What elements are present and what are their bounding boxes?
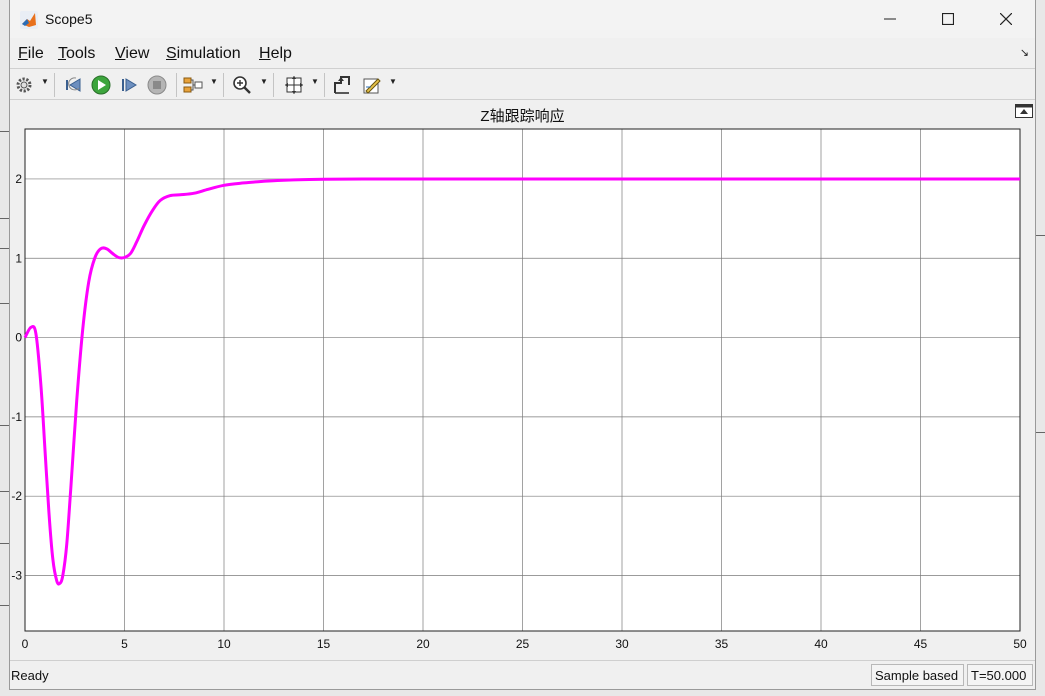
stop-button[interactable] (146, 74, 168, 96)
y-tick-label: 0 (15, 331, 22, 345)
close-icon (1000, 13, 1012, 25)
scale-axes-dropdown[interactable]: ▼ (311, 77, 319, 86)
dock-arrow-icon[interactable]: ↘ (1020, 46, 1029, 59)
x-tick-label: 5 (121, 637, 128, 651)
scope-chart: Z轴跟踪响应 0 5 10 15 20 25 30 35 40 45 50 -3 -2 -1 0 1 2 (11, 107, 1027, 651)
x-tick-label: 15 (317, 637, 331, 651)
configuration-dropdown[interactable]: ▼ (41, 77, 49, 86)
maximize-button[interactable] (919, 0, 977, 38)
signal-selector-button[interactable] (182, 74, 204, 96)
edit-properties-dropdown[interactable]: ▼ (389, 77, 397, 86)
toolbar-separator (176, 73, 177, 97)
y-tick-label: -3 (11, 568, 22, 582)
zoom-button[interactable] (231, 74, 253, 96)
simulation-time: T=50.000 (967, 664, 1033, 686)
toolbar-separator (273, 73, 274, 97)
toolbar-separator (223, 73, 224, 97)
run-button[interactable] (90, 74, 112, 96)
configuration-button[interactable] (13, 74, 35, 96)
cursor-measure-icon (334, 76, 350, 94)
undock-axes-button[interactable] (1015, 104, 1033, 118)
x-tick-label: 0 (22, 637, 29, 651)
signal-selector-dropdown[interactable]: ▼ (210, 77, 218, 86)
menu-simulation[interactable]: Simulation (166, 45, 241, 63)
sample-mode-indicator: Sample based (871, 664, 964, 686)
run-icon (91, 75, 111, 95)
scope-plot-area: Z轴跟踪响应 0 5 10 15 20 25 30 35 40 45 50 -3 -2 -1 0 1 2 (10, 101, 1035, 657)
status-text: Ready (11, 668, 49, 683)
x-tick-label: 40 (814, 637, 828, 651)
y-tick-label: 2 (15, 172, 22, 186)
x-tick-label: 10 (217, 637, 231, 651)
edit-properties-icon (363, 78, 381, 94)
minimize-button[interactable] (861, 0, 919, 38)
cursor-measurements-button[interactable] (331, 74, 353, 96)
chart-title: Z轴跟踪响应 (480, 107, 564, 125)
undock-icon (1015, 104, 1033, 118)
y-tick-label: -1 (11, 410, 22, 424)
zoom-dropdown[interactable]: ▼ (260, 77, 268, 86)
step-back-icon (66, 77, 81, 92)
edit-properties-button[interactable] (361, 74, 383, 96)
gear-icon (16, 77, 32, 93)
menu-view[interactable]: View (115, 45, 149, 63)
minimize-icon (884, 18, 896, 20)
x-tick-label: 50 (1013, 637, 1027, 651)
title-bar[interactable]: Scope5 (10, 0, 1035, 38)
menu-tools[interactable]: Tools (58, 45, 95, 63)
fit-view-icon (285, 76, 303, 94)
maximize-icon (942, 13, 954, 25)
signal-selector-icon (183, 77, 203, 93)
step-forward-icon (122, 78, 137, 92)
matlab-logo-icon (20, 11, 38, 29)
x-tick-label: 45 (914, 637, 928, 651)
y-tick-label: -2 (11, 489, 22, 503)
step-forward-button[interactable] (118, 74, 140, 96)
menu-file[interactable]: File (18, 45, 44, 63)
step-back-button[interactable] (62, 74, 84, 96)
stop-icon (147, 75, 167, 95)
toolbar: ▼ ▼ ▼ ▼ ▼ (10, 68, 1035, 100)
scale-axes-button[interactable] (283, 74, 305, 96)
menu-bar: File Tools View Simulation Help ↘ (10, 38, 1035, 68)
status-bar: Ready Sample based T=50.000 (10, 660, 1035, 688)
toolbar-separator (54, 73, 55, 97)
x-tick-label: 25 (516, 637, 530, 651)
zoom-in-icon (233, 76, 251, 94)
menu-help[interactable]: Help (259, 45, 292, 63)
y-tick-label: 1 (15, 251, 22, 265)
window-title: Scope5 (45, 11, 93, 27)
x-tick-label: 20 (416, 637, 430, 651)
scope-window: Scope5 File Tools View Simulation Help ↘… (9, 0, 1036, 690)
x-tick-label: 35 (715, 637, 729, 651)
x-tick-label: 30 (615, 637, 629, 651)
toolbar-separator (324, 73, 325, 97)
close-button[interactable] (977, 0, 1035, 38)
